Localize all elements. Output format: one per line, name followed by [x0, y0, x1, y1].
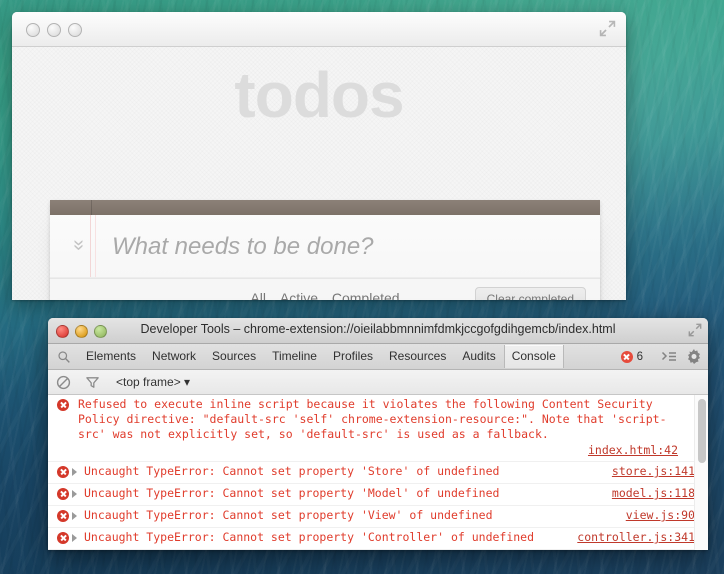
- filter-funnel-icon[interactable]: [85, 375, 100, 390]
- console-row[interactable]: Uncaught TypeError: Cannot set property …: [48, 484, 708, 506]
- devtools-window-title: Developer Tools – chrome-extension://oie…: [140, 322, 616, 336]
- fullscreen-icon[interactable]: [599, 20, 616, 37]
- dock-to-side-icon[interactable]: [661, 349, 677, 365]
- console-toolbar: <top frame> ▾: [48, 370, 708, 395]
- page-title: todos: [234, 59, 404, 131]
- console-message-text: Uncaught TypeError: Cannot set property …: [84, 530, 535, 544]
- devtools-window[interactable]: Developer Tools – chrome-extension://oie…: [48, 318, 708, 550]
- console-row[interactable]: Uncaught TypeError: Cannot set property …: [48, 506, 708, 528]
- todoapp-footer: All Active Completed Clear completed: [50, 278, 600, 300]
- tab-profiles[interactable]: Profiles: [325, 345, 381, 368]
- devtools-tabbar: Elements Network Sources Timeline Profil…: [48, 344, 708, 370]
- browser-zoom-button[interactable]: [68, 23, 82, 37]
- console-row[interactable]: Uncaught TypeError: Cannot set property …: [48, 528, 708, 550]
- browser-minimize-button[interactable]: [47, 23, 61, 37]
- new-todo-input[interactable]: [110, 227, 584, 267]
- console-scrollbar[interactable]: [694, 395, 708, 550]
- tab-timeline[interactable]: Timeline: [264, 345, 325, 368]
- console-message-text: Uncaught TypeError: Cannot set property …: [84, 508, 493, 522]
- expand-triangle-icon[interactable]: [72, 490, 77, 498]
- filter-completed[interactable]: Completed: [327, 288, 405, 300]
- error-count-label: 6: [636, 350, 643, 363]
- tab-console[interactable]: Console: [503, 345, 564, 368]
- new-todo-row: »: [50, 215, 600, 278]
- clear-console-icon[interactable]: [56, 375, 71, 390]
- console-message-text: Refused to execute inline script because…: [78, 397, 667, 441]
- tab-sources[interactable]: Sources: [204, 345, 264, 368]
- gear-icon[interactable]: [686, 348, 702, 365]
- search-icon[interactable]: [57, 350, 71, 364]
- tab-resources[interactable]: Resources: [381, 345, 454, 368]
- console-source-link[interactable]: store.js:141: [612, 464, 695, 479]
- console-row[interactable]: Uncaught TypeError: Cannot set property …: [48, 462, 708, 484]
- console-source-link[interactable]: model.js:118: [612, 486, 695, 501]
- console-scrollbar-thumb[interactable]: [697, 399, 706, 463]
- error-count-badge[interactable]: 6: [620, 350, 643, 363]
- browser-close-button[interactable]: [26, 23, 40, 37]
- browser-window[interactable]: todos » All Active Completed Clear compl…: [12, 12, 626, 300]
- console-source-link[interactable]: view.js:90: [626, 508, 695, 523]
- expand-triangle-icon[interactable]: [72, 512, 77, 520]
- filter-active[interactable]: Active: [275, 288, 323, 300]
- chevron-double-down-icon[interactable]: »: [68, 231, 90, 259]
- clear-completed-button[interactable]: Clear completed: [474, 287, 586, 300]
- error-icon: [620, 350, 633, 363]
- tabbar-right-controls: 6: [620, 344, 702, 369]
- todoapp-card: » All Active Completed Clear completed: [50, 200, 600, 300]
- console-message-text: Uncaught TypeError: Cannot set property …: [84, 486, 500, 500]
- tab-elements[interactable]: Elements: [78, 345, 144, 368]
- console-source-link[interactable]: index.html:42: [78, 443, 678, 458]
- filter-all[interactable]: All: [245, 288, 271, 300]
- todoapp-page: todos » All Active Completed Clear compl…: [12, 47, 626, 300]
- todoapp-topbar: [50, 200, 600, 215]
- devtools-titlebar: Developer Tools – chrome-extension://oie…: [48, 318, 708, 344]
- console-source-link[interactable]: controller.js:341: [577, 530, 695, 545]
- frame-selector-dropdown[interactable]: <top frame> ▾: [116, 375, 190, 389]
- error-icon: [57, 466, 69, 478]
- error-icon: [57, 510, 69, 522]
- console-message-list[interactable]: Refused to execute inline script because…: [48, 395, 708, 550]
- error-icon: [57, 488, 69, 500]
- error-icon: [57, 399, 69, 411]
- error-icon: [57, 532, 69, 544]
- tab-network[interactable]: Network: [144, 345, 204, 368]
- expand-triangle-icon[interactable]: [72, 468, 77, 476]
- tab-audits[interactable]: Audits: [454, 345, 503, 368]
- browser-titlebar: [12, 12, 626, 47]
- console-message-text: Uncaught TypeError: Cannot set property …: [84, 464, 500, 478]
- expand-triangle-icon[interactable]: [72, 534, 77, 542]
- console-row[interactable]: Refused to execute inline script because…: [48, 395, 708, 462]
- fullscreen-icon[interactable]: [688, 323, 702, 337]
